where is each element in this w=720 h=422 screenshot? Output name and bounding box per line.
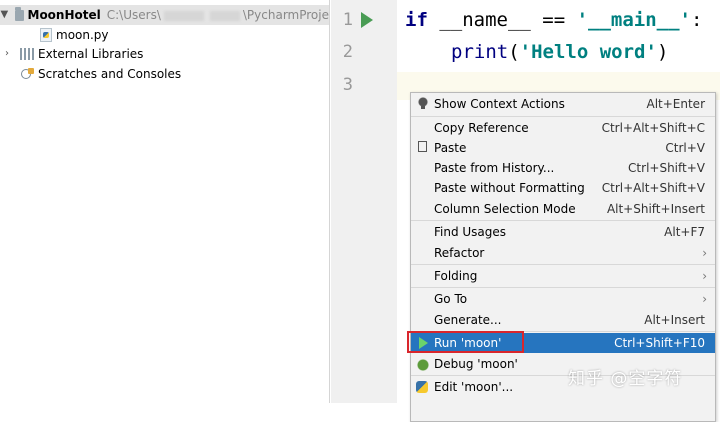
scratches-label: Scratches and Consoles bbox=[38, 67, 182, 81]
code-line-2: print('Hello word') bbox=[451, 41, 669, 63]
run-gutter-icon[interactable] bbox=[361, 12, 373, 28]
menu-item-copy-reference[interactable]: Copy Reference Ctrl+Alt+Shift+C bbox=[411, 118, 715, 138]
python-file-icon bbox=[40, 28, 52, 42]
menu-item-run-moon[interactable]: Run 'moon' Ctrl+Shift+F10 bbox=[411, 333, 715, 353]
libraries-icon bbox=[20, 48, 34, 60]
menu-separator bbox=[411, 287, 715, 288]
menu-item-column-selection-mode[interactable]: Column Selection Mode Alt+Shift+Insert bbox=[411, 199, 715, 219]
chevron-down-icon[interactable]: ▼ bbox=[0, 5, 9, 25]
chevron-right-icon[interactable]: › bbox=[0, 44, 14, 64]
external-libraries-label: External Libraries bbox=[38, 47, 144, 61]
debug-bug-icon bbox=[416, 357, 430, 371]
run-icon bbox=[419, 337, 428, 349]
redacted-path bbox=[209, 10, 240, 21]
file-name: moon.py bbox=[56, 28, 109, 42]
chevron-right-icon: › bbox=[702, 292, 707, 306]
menu-separator bbox=[411, 331, 715, 332]
project-tree-panel: ▼ MoonHotel C:\Users\ \PycharmProje moon.… bbox=[0, 0, 330, 403]
code-line-1: if __name__ == '__main__': bbox=[405, 9, 703, 31]
scratches-icon bbox=[20, 68, 34, 80]
project-root-path: C:\Users\ \PycharmProje bbox=[106, 8, 329, 22]
line-number: 3 bbox=[342, 75, 353, 95]
tree-item-moon-py[interactable]: moon.py bbox=[40, 25, 109, 45]
tree-item-external-libraries[interactable]: › External Libraries bbox=[0, 44, 143, 64]
menu-item-go-to[interactable]: Go To › bbox=[411, 289, 715, 309]
menu-separator bbox=[411, 220, 715, 221]
editor-gutter: 1 2 3 bbox=[331, 0, 397, 403]
lightbulb-icon bbox=[416, 97, 430, 111]
menu-item-paste-without-formatting[interactable]: Paste without Formatting Ctrl+Alt+Shift+… bbox=[411, 178, 715, 198]
redacted-path bbox=[163, 10, 204, 21]
project-root-name: MoonHotel bbox=[27, 8, 101, 22]
tree-item-project-root[interactable]: ▼ MoonHotel C:\Users\ \PycharmProje bbox=[0, 5, 329, 25]
clipboard-icon bbox=[418, 141, 427, 152]
menu-separator bbox=[411, 264, 715, 265]
python-icon bbox=[416, 381, 428, 393]
line-number: 2 bbox=[342, 42, 353, 62]
menu-separator bbox=[411, 116, 715, 117]
menu-item-generate[interactable]: Generate... Alt+Insert bbox=[411, 310, 715, 330]
menu-item-show-context-actions[interactable]: Show Context Actions Alt+Enter bbox=[411, 94, 715, 114]
menu-item-folding[interactable]: Folding › bbox=[411, 266, 715, 286]
chevron-right-icon: › bbox=[702, 246, 707, 260]
menu-item-paste-from-history[interactable]: Paste from History... Ctrl+Shift+V bbox=[411, 158, 715, 178]
menu-item-refactor[interactable]: Refactor › bbox=[411, 243, 715, 263]
chevron-right-icon: › bbox=[702, 269, 707, 283]
menu-item-paste[interactable]: Paste Ctrl+V bbox=[411, 138, 715, 158]
tree-item-scratches[interactable]: Scratches and Consoles bbox=[20, 64, 181, 84]
folder-icon bbox=[14, 6, 24, 21]
menu-item-find-usages[interactable]: Find Usages Alt+F7 bbox=[411, 222, 715, 242]
line-number: 1 bbox=[342, 10, 353, 30]
watermark: 知乎 @空字符 bbox=[568, 369, 683, 389]
